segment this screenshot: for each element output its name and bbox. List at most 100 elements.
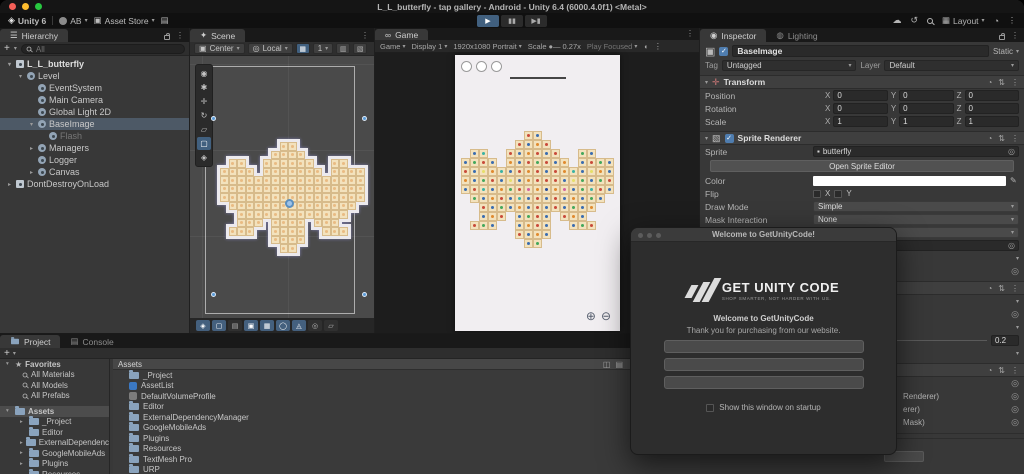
object-picker-icon[interactable]: ◎ bbox=[1011, 309, 1019, 320]
eyedropper-icon[interactable]: ✎ bbox=[1010, 176, 1019, 185]
hierarchy-item[interactable]: Managers bbox=[0, 142, 189, 154]
tab-console[interactable]: ▤ Console bbox=[60, 335, 123, 348]
file-item[interactable]: DefaultVolumeProfile bbox=[113, 391, 700, 402]
presets-icon[interactable]: ⇅ bbox=[998, 366, 1005, 375]
expand-arrow-icon[interactable] bbox=[20, 450, 26, 456]
dialog-button[interactable] bbox=[664, 340, 864, 353]
active-checkbox[interactable]: ✓ bbox=[719, 47, 728, 56]
y-input[interactable]: 0 bbox=[899, 103, 953, 114]
x-input[interactable]: 0 bbox=[833, 103, 887, 114]
more-options-icon[interactable]: ⋮ bbox=[361, 31, 369, 40]
tab-game[interactable]: ∞ Game bbox=[375, 29, 428, 40]
file-item[interactable]: URP bbox=[113, 465, 700, 474]
file-item[interactable]: TextMesh Pro bbox=[113, 454, 700, 465]
flip-x-checkbox[interactable] bbox=[813, 190, 821, 198]
expand-arrow-icon[interactable] bbox=[6, 61, 13, 68]
expand-arrow-icon[interactable] bbox=[6, 408, 12, 414]
expand-arrow-icon[interactable] bbox=[28, 169, 35, 176]
object-picker-icon[interactable]: ◎ bbox=[1011, 417, 1019, 428]
gameobject-name-field[interactable]: BaseImage bbox=[732, 45, 989, 57]
dialog-button[interactable] bbox=[664, 358, 864, 371]
expand-arrow-icon[interactable] bbox=[20, 440, 23, 446]
add-asset-button[interactable]: + bbox=[4, 348, 10, 359]
dialog-zoom-button[interactable] bbox=[656, 233, 661, 238]
chevron-down-icon[interactable]: ▾ bbox=[1016, 350, 1019, 357]
help-icon[interactable]: ◔ bbox=[987, 284, 992, 293]
file-item[interactable]: Editor bbox=[113, 402, 700, 413]
hierarchy-item[interactable]: Logger bbox=[0, 154, 189, 166]
assets-root-item[interactable]: Assets bbox=[0, 406, 109, 417]
tab-inspector[interactable]: ◉ Inspector bbox=[700, 29, 766, 42]
file-item[interactable]: _Project bbox=[113, 370, 700, 381]
expand-arrow-icon[interactable] bbox=[6, 361, 12, 367]
more-options-icon[interactable]: ⋮ bbox=[1008, 16, 1016, 25]
tree-folder-item[interactable]: _Project bbox=[0, 417, 109, 428]
z-input[interactable]: 1 bbox=[965, 116, 1019, 127]
object-picker-icon[interactable]: ◎ bbox=[1008, 241, 1015, 250]
object-picker-icon[interactable]: ◎ bbox=[1011, 266, 1019, 277]
play-focused-dropdown[interactable]: Play Focused ▾ bbox=[587, 42, 637, 51]
expand-arrow-icon[interactable] bbox=[6, 181, 13, 188]
layers-icon[interactable]: ▣ bbox=[244, 320, 258, 331]
help-icon[interactable]: ◔ bbox=[987, 78, 992, 87]
presets-icon[interactable]: ⇅ bbox=[998, 284, 1005, 293]
dialog-button[interactable] bbox=[664, 376, 864, 389]
orientation-dropdown[interactable]: ◎ Local ▾ bbox=[248, 43, 293, 54]
layer-dropdown[interactable]: Default ▾ bbox=[884, 60, 1019, 71]
more-options-icon[interactable]: ⋮ bbox=[686, 29, 694, 38]
tree-folder-item[interactable]: Resources bbox=[0, 469, 109, 474]
slider-thumb[interactable]: ●— bbox=[549, 42, 561, 51]
tab-project[interactable]: Project bbox=[0, 335, 60, 348]
camera-settings-button[interactable]: ▧ bbox=[353, 43, 367, 54]
move-tool[interactable]: ✛ bbox=[197, 95, 211, 108]
foldout-arrow-icon[interactable]: ▾ bbox=[705, 135, 708, 142]
tab-hierarchy[interactable]: ☰ Hierarchy bbox=[0, 29, 68, 42]
file-item[interactable]: Resources bbox=[113, 444, 700, 455]
scale-tool[interactable]: ▱ bbox=[197, 123, 211, 136]
light-icon[interactable]: ◬ bbox=[292, 320, 306, 331]
chevron-down-icon[interactable]: ▾ bbox=[1016, 298, 1019, 305]
y-input[interactable]: 1 bbox=[899, 116, 953, 127]
display-dropdown[interactable]: Display 1 ▾ bbox=[411, 42, 447, 51]
help-icon[interactable]: ◔ bbox=[994, 16, 999, 26]
expand-arrow-icon[interactable] bbox=[28, 145, 35, 152]
startup-checkbox[interactable] bbox=[706, 404, 714, 412]
account-dropdown[interactable]: AB ▾ bbox=[59, 16, 87, 26]
hierarchy-item[interactable]: Canvas bbox=[0, 166, 189, 178]
tree-folder-item[interactable]: Editor bbox=[0, 427, 109, 438]
more-options-icon[interactable]: ⋮ bbox=[1011, 366, 1019, 375]
color-swatch[interactable] bbox=[813, 176, 1006, 186]
selection-handle[interactable] bbox=[362, 292, 367, 297]
game-screen[interactable]: ⊕ ⊖ bbox=[455, 55, 620, 331]
file-item[interactable]: GoogleMobileAds bbox=[113, 423, 700, 434]
sprite-object-field[interactable]: ▪ butterfly ◎ bbox=[813, 146, 1019, 157]
mask-interaction-dropdown[interactable]: None ▾ bbox=[813, 214, 1019, 225]
lock-icon[interactable] bbox=[999, 35, 1005, 40]
hierarchy-item[interactable]: Global Light 2D bbox=[0, 106, 189, 118]
play-button[interactable]: ▶ bbox=[477, 15, 499, 27]
hierarchy-search[interactable] bbox=[21, 44, 185, 54]
hierarchy-item[interactable]: Main Camera bbox=[0, 94, 189, 106]
chevron-down-icon[interactable]: ▾ bbox=[1016, 324, 1019, 331]
cart-button[interactable]: ▤ bbox=[161, 15, 169, 26]
favorite-item[interactable]: All Models bbox=[0, 380, 109, 391]
scene-viewport[interactable]: ◉ ✱ ✛ ↻ ▱ ▢ ◈ bbox=[190, 56, 374, 318]
static-dropdown[interactable]: Static ▾ bbox=[993, 47, 1019, 56]
search-icon[interactable] bbox=[927, 18, 933, 24]
tree-folder-item[interactable]: GoogleMobileAds bbox=[0, 448, 109, 459]
favorite-item[interactable]: All Prefabs bbox=[0, 391, 109, 402]
grid-visibility-button[interactable]: ▦ bbox=[296, 43, 310, 54]
game-mode-dropdown[interactable]: Game ▾ bbox=[380, 42, 405, 51]
tab-lighting[interactable]: ◍ Lighting bbox=[766, 29, 827, 42]
tab-scene[interactable]: ✦ Scene bbox=[190, 29, 245, 42]
layout-dropdown[interactable]: ▦ Layout ▾ bbox=[942, 15, 985, 26]
selection-handle[interactable] bbox=[362, 116, 367, 121]
dialog-titlebar[interactable]: Welcome to GetUnityCode! bbox=[631, 228, 896, 242]
snap-button[interactable]: ▥ bbox=[336, 43, 350, 54]
butterfly-sprite-scene[interactable] bbox=[220, 142, 365, 253]
zoom-out-button[interactable]: ⊖ bbox=[601, 309, 611, 323]
more-options-icon[interactable]: ⋮ bbox=[654, 42, 662, 51]
resolution-dropdown[interactable]: 1920x1080 Portrait ▾ bbox=[453, 42, 521, 51]
draw-mode-dropdown[interactable]: Simple ▾ bbox=[813, 201, 1019, 212]
x-input[interactable]: 0 bbox=[833, 90, 887, 101]
